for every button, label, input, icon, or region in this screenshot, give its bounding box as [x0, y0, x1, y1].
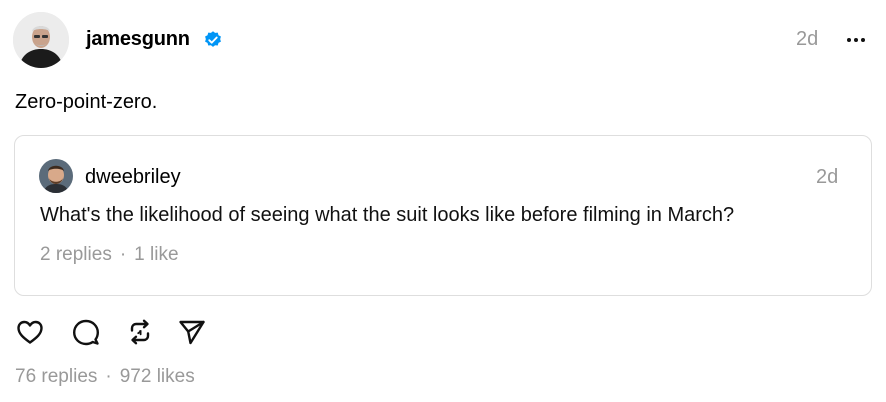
quoted-avatar[interactable] [39, 159, 73, 193]
comment-icon [73, 319, 99, 346]
repost-icon [130, 319, 150, 345]
quoted-timestamp: 2d [816, 166, 839, 188]
quoted-username[interactable]: dweebriley [85, 166, 181, 189]
share-button[interactable] [177, 317, 207, 347]
quoted-stats: 2 replies · 1 like [40, 244, 179, 266]
reply-button[interactable] [71, 317, 101, 347]
quoted-post-card[interactable]: dweebriley 2d What's the likelihood of s… [14, 135, 872, 296]
quoted-profile-photo [39, 159, 73, 193]
author-username[interactable]: jamesgunn [86, 28, 190, 51]
like-button[interactable] [15, 317, 45, 347]
likes-count[interactable]: 972 likes [120, 366, 195, 387]
quoted-post-text: What's the likelihood of seeing what the… [40, 204, 735, 226]
post-stats: 76 replies · 972 likes [15, 366, 195, 388]
heart-icon [17, 320, 43, 344]
quoted-likes-count[interactable]: 1 like [134, 244, 178, 265]
quoted-replies-count[interactable]: 2 replies [40, 244, 112, 265]
avatar[interactable] [13, 12, 69, 68]
separator-dot: · [105, 366, 112, 387]
post-timestamp: 2d [796, 28, 819, 50]
send-icon [179, 320, 205, 345]
separator-dot: · [119, 244, 127, 265]
post-text: Zero-point-zero. [15, 91, 158, 113]
repost-button[interactable] [125, 317, 155, 347]
verified-badge-icon [205, 31, 221, 47]
more-horizontal-icon[interactable] [845, 30, 867, 50]
profile-photo [13, 12, 69, 68]
replies-count[interactable]: 76 replies [15, 366, 97, 387]
